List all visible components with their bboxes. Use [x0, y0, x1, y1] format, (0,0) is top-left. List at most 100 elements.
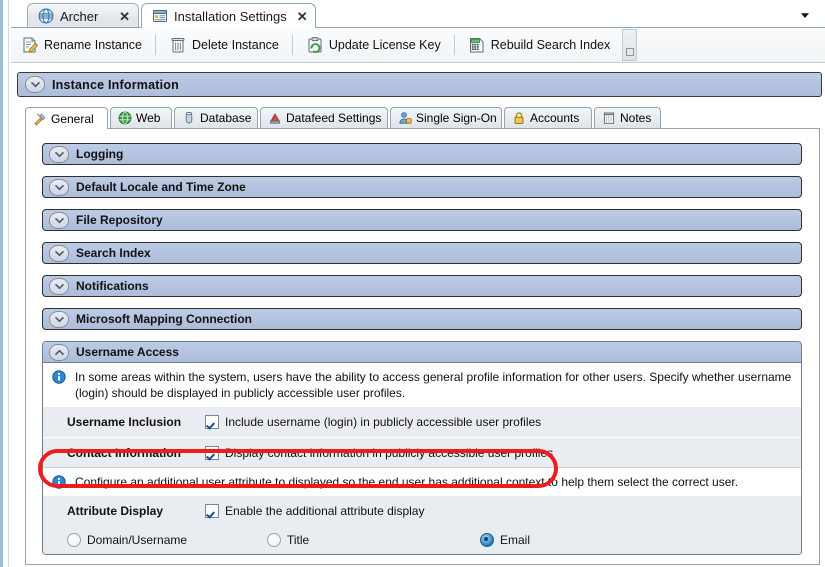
radio-button[interactable]: [67, 533, 81, 547]
tab-datafeed-settings[interactable]: Datafeed Settings: [260, 107, 388, 128]
toolbar-separator: [291, 35, 293, 55]
tab-label: Single Sign-On: [416, 111, 497, 125]
form-window-icon: [152, 8, 168, 24]
close-icon[interactable]: ✕: [287, 10, 308, 23]
info-text: In some areas within the system, users h…: [75, 370, 792, 400]
tab-label: Web: [136, 111, 161, 125]
attribute-display-options-row: Domain/Username Title Email: [43, 526, 801, 554]
toolbar-button-label: Rebuild Search Index: [490, 38, 611, 52]
section-file-repository[interactable]: File Repository: [42, 209, 802, 231]
radio-option-domain-username[interactable]: Domain/Username: [67, 533, 267, 547]
update-license-key-button[interactable]: Update License Key: [298, 32, 449, 58]
radio-button[interactable]: [267, 533, 281, 547]
tab-database[interactable]: Database: [174, 107, 258, 128]
calculator-grid-icon: [468, 36, 486, 54]
section-microsoft-mapping-connection[interactable]: Microsoft Mapping Connection: [42, 308, 802, 330]
toolbar-separator: [154, 35, 156, 55]
toolbar: Rename Instance Delete Instance Update L…: [11, 28, 825, 63]
field-label: Contact Information: [67, 445, 181, 460]
attribute-display-checkbox[interactable]: [205, 504, 219, 518]
chevron-down-icon[interactable]: [49, 277, 69, 295]
tab-label: General: [51, 111, 94, 126]
toolbar-separator: [453, 35, 455, 55]
user-key-icon: [398, 111, 412, 125]
page-title: Instance Information: [52, 77, 179, 92]
window-frame: Archer ✕ Installation Settings ✕ Rename …: [0, 0, 825, 567]
section-default-locale-and-time-zone[interactable]: Default Locale and Time Zone: [42, 176, 802, 198]
settings-tab-row: General Web Database Datafeed Settings S…: [25, 107, 820, 129]
content-area: Instance Information General Web Databas…: [11, 63, 825, 567]
section-search-index[interactable]: Search Index: [42, 242, 802, 264]
padlock-icon: [512, 111, 526, 125]
frame-accent-line: [8, 0, 9, 567]
tab-general[interactable]: General: [25, 107, 108, 129]
delete-instance-button[interactable]: Delete Instance: [161, 32, 287, 58]
toolbar-overflow-icon[interactable]: [622, 29, 638, 61]
section-title: Search Index: [76, 246, 151, 260]
chevron-down-icon[interactable]: [49, 244, 69, 262]
globe-icon: [118, 111, 132, 125]
radio-label: Title: [287, 533, 310, 547]
radio-button[interactable]: [480, 533, 494, 547]
info-icon: [52, 370, 66, 384]
chevron-down-icon[interactable]: [49, 145, 69, 163]
chevron-down-icon[interactable]: [49, 211, 69, 229]
datafeed-icon: [268, 111, 282, 125]
globe-icon: [38, 8, 54, 24]
section-title: Username Access: [76, 345, 179, 359]
username-inclusion-checkbox[interactable]: [205, 415, 219, 429]
tab-label: Database: [200, 111, 252, 125]
close-icon[interactable]: ✕: [109, 10, 130, 23]
notepad-icon: [602, 111, 616, 125]
chevron-down-icon[interactable]: [25, 76, 45, 93]
field-label: Username Inclusion: [67, 415, 182, 429]
chevron-down-icon[interactable]: [49, 178, 69, 196]
tab-accounts[interactable]: Accounts: [504, 107, 592, 128]
section-title: Notifications: [76, 279, 149, 293]
section-logging[interactable]: Logging: [42, 143, 802, 165]
instance-information-header[interactable]: Instance Information: [17, 72, 822, 97]
clipboard-refresh-icon: [306, 36, 324, 54]
toolbar-button-label: Rename Instance: [44, 38, 142, 52]
username-access-info: In some areas within the system, users h…: [43, 363, 801, 407]
checkbox-label: Include username (login) in publicly acc…: [225, 415, 542, 429]
tab-label: Accounts: [530, 111, 580, 125]
radio-option-title[interactable]: Title: [267, 533, 480, 547]
contact-information-checkbox-wrap[interactable]: Display contact information in publicly …: [205, 445, 553, 460]
tab-label: Archer: [60, 8, 99, 24]
section-notifications[interactable]: Notifications: [42, 275, 802, 297]
trash-can-icon: [169, 36, 187, 54]
radio-option-email[interactable]: Email: [480, 533, 530, 547]
tab-label: Notes: [620, 111, 652, 125]
field-label: Attribute Display: [67, 504, 164, 518]
contact-information-row: Contact Information Display contact info…: [43, 437, 801, 467]
chevron-down-icon[interactable]: [799, 9, 811, 21]
attribute-display-info: Configure an additional user attribute t…: [43, 467, 801, 496]
database-cylinder-icon: [182, 111, 196, 125]
username-inclusion-checkbox-wrap[interactable]: Include username (login) in publicly acc…: [205, 415, 541, 429]
contact-information-checkbox[interactable]: [205, 445, 219, 460]
chevron-up-icon[interactable]: [49, 343, 69, 361]
attribute-display-checkbox-wrap[interactable]: Enable the additional attribute display: [205, 504, 424, 518]
chevron-down-icon[interactable]: [49, 310, 69, 328]
radio-label: Domain/Username: [87, 533, 188, 547]
username-access-header[interactable]: Username Access: [43, 342, 801, 363]
section-title: File Repository: [76, 213, 163, 227]
tab-web[interactable]: Web: [110, 107, 172, 128]
tab-archer[interactable]: Archer ✕: [27, 3, 139, 28]
tab-label: Datafeed Settings: [286, 111, 382, 125]
info-text: Configure an additional user attribute t…: [75, 475, 739, 489]
section-title: Logging: [76, 147, 124, 161]
general-settings-panel: Logging Default Locale and Time Zone Fil…: [25, 129, 820, 565]
section-title: Microsoft Mapping Connection: [76, 312, 252, 326]
tab-label: Installation Settings: [174, 8, 287, 24]
tab-notes[interactable]: Notes: [594, 107, 661, 128]
rebuild-search-index-button[interactable]: Rebuild Search Index: [460, 32, 619, 58]
tab-strip: Archer ✕ Installation Settings ✕: [11, 0, 825, 28]
rename-instance-button[interactable]: Rename Instance: [13, 32, 150, 58]
info-icon: [52, 475, 66, 489]
toolbar-button-label: Delete Instance: [191, 38, 279, 52]
tab-single-sign-on[interactable]: Single Sign-On: [390, 107, 502, 128]
tab-installation-settings[interactable]: Installation Settings ✕: [141, 3, 316, 28]
section-title: Default Locale and Time Zone: [76, 180, 246, 194]
